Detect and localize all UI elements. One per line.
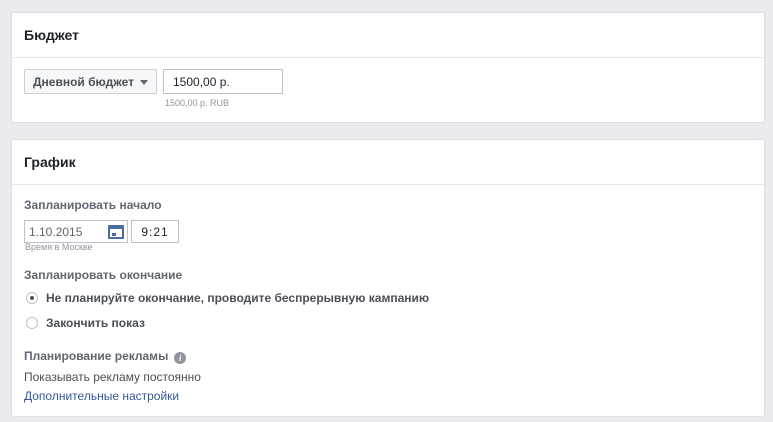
info-icon[interactable]: i xyxy=(174,352,187,364)
ad-scheduling-heading: Планирование рекламы i xyxy=(24,349,187,364)
ad-scheduling-label: Планирование рекламы xyxy=(24,349,169,363)
radio-unselected-icon[interactable] xyxy=(26,317,38,329)
calendar-icon[interactable] xyxy=(108,224,124,239)
budget-amount-hint: 1500,00 р. RUB xyxy=(165,98,230,108)
budget-row: Дневной бюджет 1500,00 р. xyxy=(24,69,283,94)
budget-type-label: Дневной бюджет xyxy=(33,74,134,89)
schedule-end-label: Запланировать окончание xyxy=(24,268,183,282)
budget-title: Бюджет xyxy=(12,13,764,58)
ad-scheduling-value: Показывать рекламу постоянно xyxy=(24,370,201,384)
start-time-input[interactable]: 9:21 xyxy=(131,220,179,243)
timezone-hint: Время в Москве xyxy=(25,242,93,252)
end-option-label: Не планируйте окончание, проводите беспр… xyxy=(46,291,430,305)
schedule-title: График xyxy=(12,140,764,185)
budget-amount-value: 1500,00 р. xyxy=(173,74,230,89)
radio-selected-icon[interactable] xyxy=(26,292,38,304)
budget-card: Бюджет Дневной бюджет 1500,00 р. 1500,00… xyxy=(11,12,765,123)
end-option-continuous[interactable]: Не планируйте окончание, проводите беспр… xyxy=(26,291,429,305)
schedule-card: График Запланировать начало 1.10.2015 9:… xyxy=(11,139,765,417)
budget-type-dropdown[interactable]: Дневной бюджет xyxy=(24,69,157,94)
start-datetime-row: 1.10.2015 9:21 xyxy=(24,220,179,243)
advanced-settings-link[interactable]: Дополнительные настройки xyxy=(24,389,179,403)
start-date-value: 1.10.2015 xyxy=(29,224,83,239)
chevron-down-icon xyxy=(140,80,148,85)
budget-amount-input[interactable]: 1500,00 р. xyxy=(163,69,283,94)
schedule-start-label: Запланировать начало xyxy=(24,198,162,212)
end-option-stop[interactable]: Закончить показ xyxy=(26,316,145,330)
start-date-input[interactable]: 1.10.2015 xyxy=(24,220,128,243)
end-option-label: Закончить показ xyxy=(46,316,145,330)
start-time-value: 9:21 xyxy=(141,224,169,239)
